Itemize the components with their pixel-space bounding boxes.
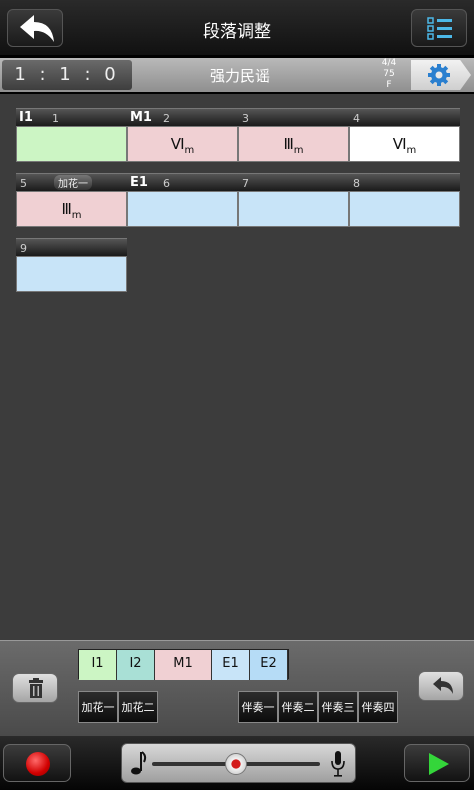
balance-slider-thumb[interactable] — [225, 753, 247, 775]
section-cell-7[interactable]: 7 — [238, 173, 349, 227]
section-cell-header: 1 I1 — [16, 108, 127, 126]
fill-badge: 加花一 — [54, 175, 92, 190]
position-display: 1 : 1 : 0 — [2, 60, 132, 90]
section-cell-header: 2 M1 — [127, 108, 238, 126]
tempo: 75 — [383, 69, 395, 79]
section-grid: 1 I1 2 M1 Ⅵm 3 Ⅲm 4 Ⅵm 5 加花一 Ⅲm 6 E1 7 8 9 — [0, 94, 474, 640]
record-icon — [26, 752, 50, 776]
music-note-icon — [131, 751, 147, 775]
legend-i2[interactable]: I2 — [117, 650, 155, 680]
delete-button[interactable] — [12, 673, 58, 703]
chord-numeral: Ⅵ — [170, 135, 185, 153]
chord-numeral: Ⅵ — [392, 135, 407, 153]
section-number: 6 — [163, 177, 170, 190]
record-button[interactable] — [3, 744, 71, 782]
time-signature: 4/4 — [381, 58, 397, 68]
section-tag: E1 — [130, 175, 148, 190]
chord-area[interactable] — [238, 191, 349, 227]
undo-button[interactable] — [418, 671, 464, 701]
legend-m1[interactable]: M1 — [155, 650, 212, 680]
section-cell-3[interactable]: 3 Ⅲm — [238, 108, 349, 162]
song-meta: 4/4 75 F — [376, 58, 402, 91]
chord-area[interactable]: Ⅵm — [127, 126, 238, 162]
section-cell-9[interactable]: 9 — [16, 238, 127, 292]
legend-i1[interactable]: I1 — [79, 650, 117, 680]
section-cell-header: 5 加花一 — [16, 173, 127, 191]
chord-area[interactable] — [349, 191, 460, 227]
section-cell-5[interactable]: 5 加花一 Ⅲm — [16, 173, 127, 227]
section-cell-header: 7 — [238, 173, 349, 191]
section-cell-header: 3 — [238, 108, 349, 126]
chord-area[interactable] — [127, 191, 238, 227]
song-name: 强力民谣 — [209, 67, 270, 85]
section-tag: I1 — [19, 110, 33, 125]
chord-quality: m — [293, 145, 304, 156]
play-button[interactable] — [404, 744, 470, 782]
page-title: 段落调整 — [203, 22, 271, 42]
fill-one-button[interactable]: 加花一 — [78, 691, 118, 723]
chord-numeral: Ⅲ — [61, 200, 72, 218]
trash-icon — [29, 678, 43, 698]
microphone-icon — [331, 751, 345, 777]
section-cell-header: 8 — [349, 173, 460, 191]
control-panel: I1 I2 M1 E1 E2 加花一 加花二 伴奏一 伴奏二 伴奏三 伴奏四 — [0, 640, 474, 736]
section-cell-header: 4 — [349, 108, 460, 126]
accomp-three-button[interactable]: 伴奏三 — [318, 691, 358, 723]
key: F — [386, 80, 392, 90]
chord-area[interactable]: Ⅲm — [238, 126, 349, 162]
chord-quality: m — [406, 145, 417, 156]
legend-e2[interactable]: E2 — [250, 650, 288, 680]
section-tag: M1 — [130, 110, 152, 125]
section-number: 1 — [52, 112, 59, 125]
section-cell-header: 9 — [16, 238, 127, 256]
section-number: 8 — [353, 177, 360, 190]
section-number: 9 — [20, 242, 27, 255]
section-cell-header: 6 E1 — [127, 173, 238, 191]
accomp-one-button[interactable]: 伴奏一 — [238, 691, 278, 723]
section-number: 5 — [20, 177, 27, 190]
transport-bar — [0, 736, 474, 790]
undo-icon — [433, 677, 453, 694]
chord-quality: m — [71, 210, 82, 221]
section-number: 4 — [353, 112, 360, 125]
chord-area[interactable] — [16, 256, 127, 292]
section-cell-6[interactable]: 6 E1 — [127, 173, 238, 227]
accomp-four-button[interactable]: 伴奏四 — [358, 691, 398, 723]
chord-quality: m — [184, 145, 195, 156]
section-number: 2 — [163, 112, 170, 125]
settings-button[interactable] — [411, 60, 471, 90]
section-number: 3 — [242, 112, 249, 125]
chord-area[interactable]: Ⅵm — [349, 126, 460, 162]
fill-two-button[interactable]: 加花二 — [118, 691, 158, 723]
list-icon — [427, 17, 452, 40]
list-button[interactable] — [411, 9, 467, 47]
legend-e1[interactable]: E1 — [212, 650, 250, 680]
play-icon — [429, 753, 449, 775]
volume-slider-box — [121, 743, 356, 783]
section-legend: I1 I2 M1 E1 E2 — [78, 649, 289, 680]
section-cell-4[interactable]: 4 Ⅵm — [349, 108, 460, 162]
chord-numeral: Ⅲ — [283, 135, 294, 153]
chord-area[interactable]: Ⅲm — [16, 191, 127, 227]
section-cell-8[interactable]: 8 — [349, 173, 460, 227]
chord-area[interactable] — [16, 126, 127, 162]
section-number: 7 — [242, 177, 249, 190]
gear-icon — [428, 64, 450, 86]
top-bar: 段落调整 — [0, 0, 474, 56]
accomp-two-button[interactable]: 伴奏二 — [278, 691, 318, 723]
section-cell-1[interactable]: 1 I1 — [16, 108, 127, 162]
section-cell-2[interactable]: 2 M1 Ⅵm — [127, 108, 238, 162]
info-bar: 1 : 1 : 0 强力民谣 4/4 75 F — [0, 58, 474, 92]
